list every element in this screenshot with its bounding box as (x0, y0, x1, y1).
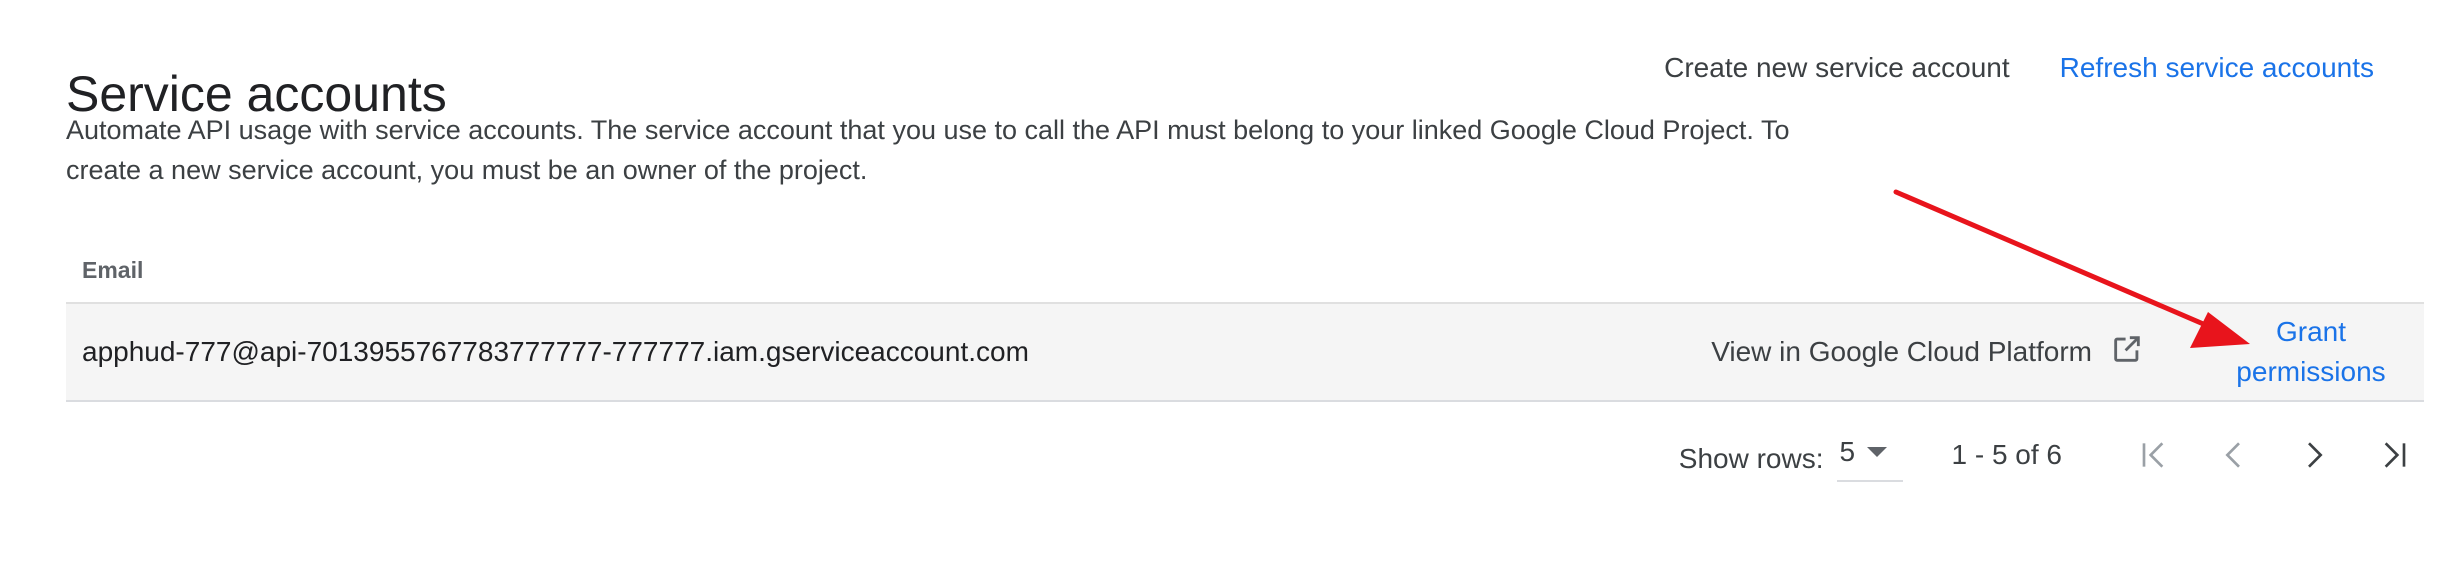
last-page-icon (2384, 442, 2406, 468)
header-actions: Create new service account Refresh servi… (1664, 50, 2374, 86)
open-in-new-icon (2110, 332, 2144, 373)
view-in-gcp-link[interactable]: View in Google Cloud Platform (1711, 332, 2144, 373)
chevron-left-icon (2225, 442, 2240, 468)
row-actions: View in Google Cloud Platform Grant perm… (1711, 304, 2424, 400)
rows-per-page-value: 5 (1839, 436, 1856, 467)
next-page-button[interactable] (2274, 425, 2354, 485)
first-page-button[interactable] (2114, 425, 2194, 485)
page-description: Automate API usage with service accounts… (66, 115, 1790, 185)
view-in-gcp-label: View in Google Cloud Platform (1711, 336, 2092, 367)
first-page-icon (2142, 442, 2164, 468)
create-service-account-button[interactable]: Create new service account (1664, 50, 2010, 86)
last-page-button[interactable] (2354, 425, 2434, 485)
table-header-row: Email (66, 238, 2424, 304)
pagination: Show rows: 5 1 - 5 of 6 (1679, 420, 2434, 490)
refresh-service-accounts-button[interactable]: Refresh service accounts (2060, 50, 2374, 86)
service-account-email: apphud-777@api-7013955767783777777-77777… (82, 336, 1029, 367)
previous-page-button[interactable] (2194, 425, 2274, 485)
table-row: apphud-777@api-7013955767783777777-77777… (66, 304, 2424, 402)
column-header-email: Email (82, 256, 144, 283)
rows-per-page-label: Show rows: (1678, 443, 1824, 474)
service-accounts-table: Email apphud-777@api-7013955767783777777… (66, 238, 2424, 402)
pagination-range: 1 - 5 of 6 (1951, 439, 2062, 470)
dropdown-caret-icon (1867, 447, 1888, 457)
chevron-right-icon (2308, 442, 2323, 468)
grant-permissions-link[interactable]: Grant permissions (2226, 312, 2396, 392)
rows-per-page-select[interactable]: 5 (1837, 436, 1904, 482)
